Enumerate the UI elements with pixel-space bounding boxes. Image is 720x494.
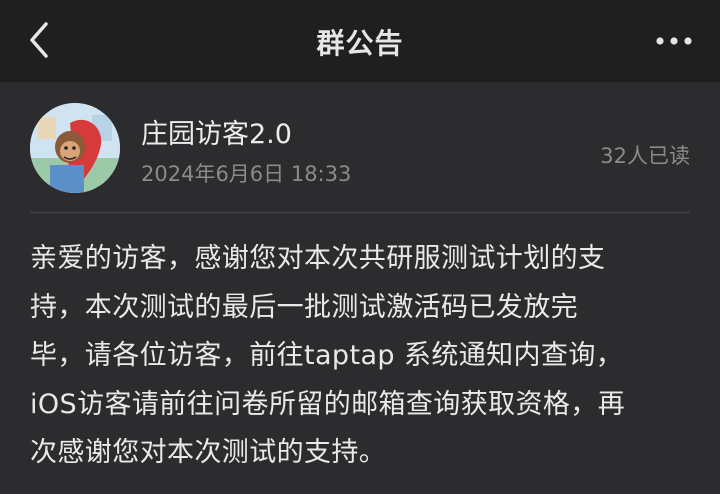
announcement-body: 亲爱的访客，感谢您对本次共研服测试计划的支 持，本次测试的最后一批测试激活码已发… — [30, 235, 694, 478]
page-title: 群公告 — [316, 27, 404, 60]
body-line: 毕，请各位访客，前往taptap 系统通知内查询， — [30, 340, 624, 371]
avatar[interactable] — [30, 103, 120, 193]
body-line: 次感谢您对本次测试的支持。 — [30, 437, 387, 468]
avatar-image — [30, 103, 120, 193]
more-options-button[interactable] — [654, 28, 694, 54]
top-navigation-bar: 群公告 — [0, 0, 720, 82]
body-line: iOS访客请前往问卷所留的邮箱查询获取资格，再 — [30, 388, 626, 420]
author-name: 庄园访客2.0 — [141, 119, 292, 150]
announcement-card: 庄园访客2.0 2024年6月6日 18:33 32人已读 亲爱的访客，感谢您对… — [0, 82, 720, 494]
post-datetime: 2024年6月6日 18:33 — [141, 162, 352, 186]
divider — [30, 212, 690, 213]
read-count[interactable]: 32人已读 — [600, 140, 690, 170]
more-horizontal-icon — [656, 37, 692, 45]
body-line: 持，本次测试的最后一批测试激活码已发放完 — [30, 291, 578, 323]
body-line: 亲爱的访客，感谢您对本次共研服测试计划的支 — [30, 243, 606, 274]
